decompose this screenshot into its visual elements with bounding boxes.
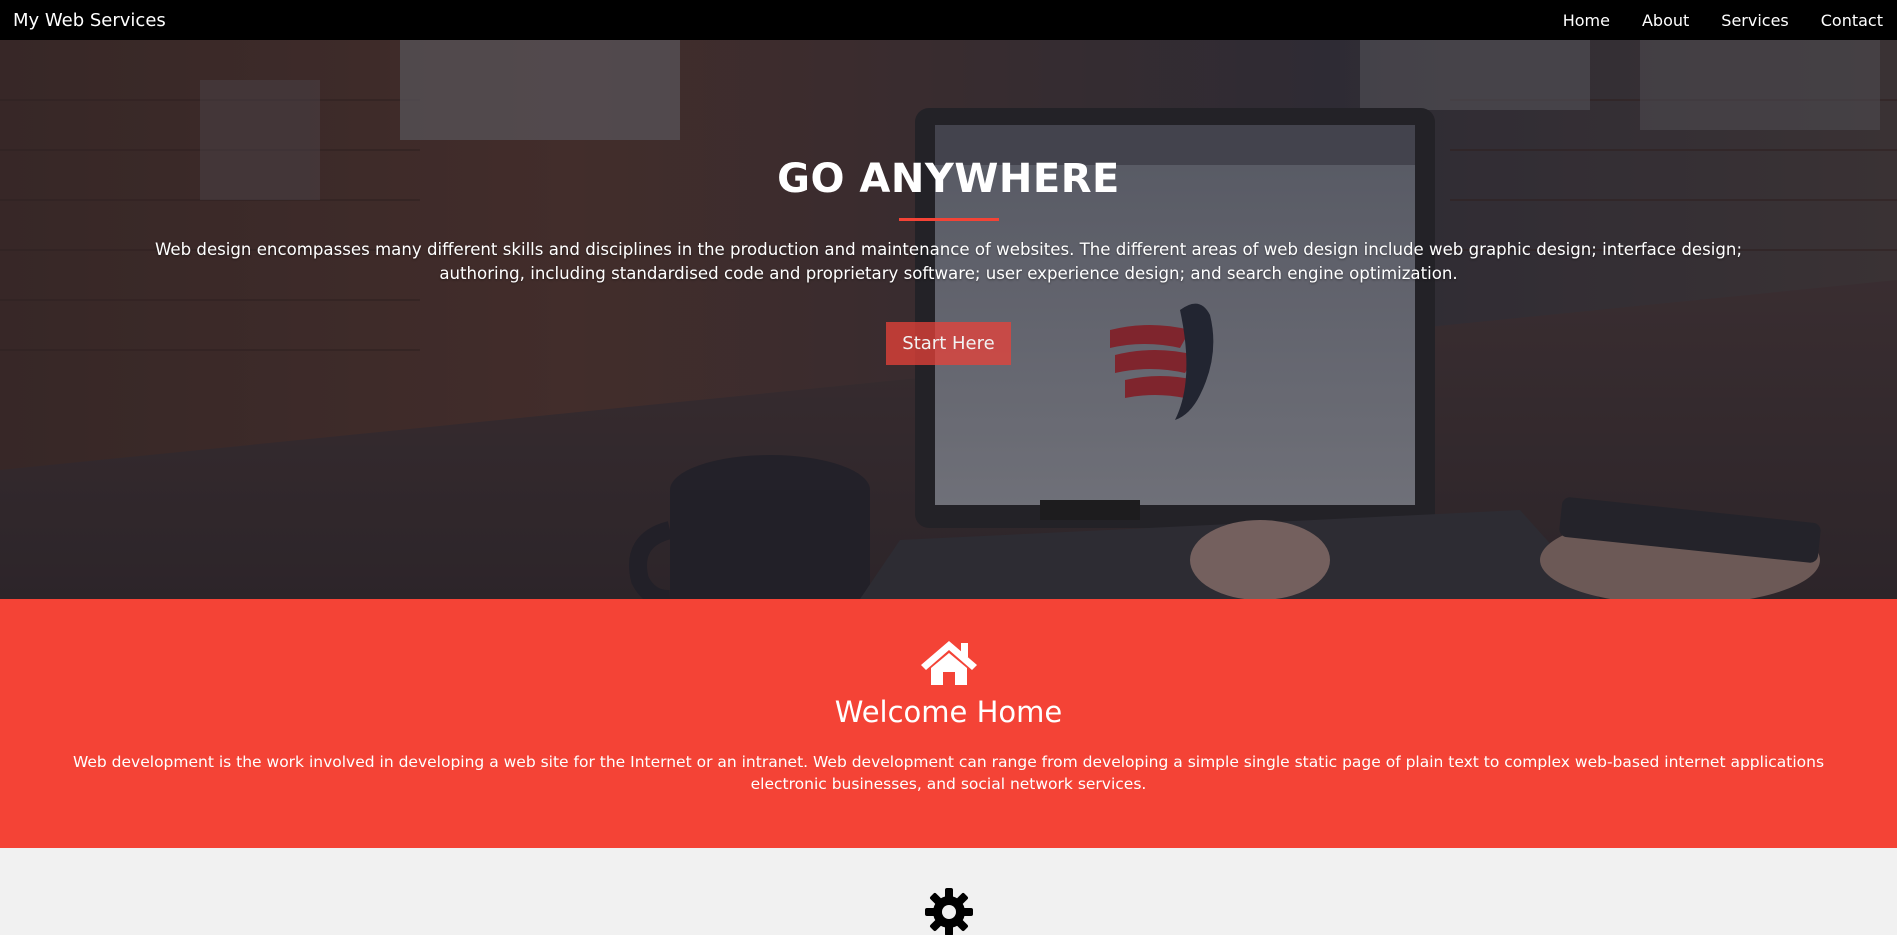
nav-link-contact[interactable]: Contact [1821, 11, 1883, 30]
services-section [0, 848, 1897, 935]
hero-overlay [0, 40, 1897, 599]
hero-description: Web design encompasses many different sk… [154, 240, 1743, 283]
brand-link[interactable]: My Web Services [13, 10, 166, 31]
start-here-button[interactable]: Start Here [886, 322, 1011, 365]
nav-links: Home About Services Contact [1531, 11, 1883, 30]
home-icon [921, 641, 977, 685]
nav-link-services[interactable]: Services [1721, 11, 1788, 30]
welcome-section: Welcome Home Web development is the work… [0, 599, 1897, 848]
nav-link-home[interactable]: Home [1563, 11, 1610, 30]
hero-title: GO ANYWHERE [777, 156, 1120, 202]
welcome-description: Web development is the work involved in … [72, 753, 1825, 793]
welcome-title: Welcome Home [834, 695, 1063, 729]
hero-section: GO ANYWHERE Web design encompasses many … [0, 40, 1897, 599]
hero-title-underline [899, 218, 999, 221]
nav-link-about[interactable]: About [1642, 11, 1689, 30]
gear-icon [925, 888, 973, 935]
top-navbar: My Web Services Home About Services Cont… [0, 0, 1897, 40]
